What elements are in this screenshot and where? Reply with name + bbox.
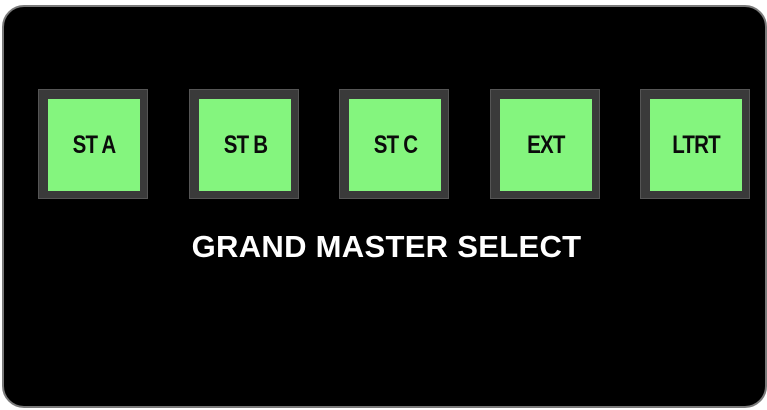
st-b-button[interactable]: ST B	[189, 89, 299, 199]
st-a-button-label: ST A	[72, 130, 116, 159]
st-b-button-face[interactable]: ST B	[199, 99, 291, 191]
st-a-button[interactable]: ST A	[38, 89, 148, 199]
ext-button-label: EXT	[527, 130, 565, 159]
st-c-button[interactable]: ST C	[339, 89, 449, 199]
grand-master-select-panel: ST A ST B ST C EXT LTRT GRAND MASTER SEL…	[2, 5, 767, 408]
st-c-button-face[interactable]: ST C	[349, 99, 441, 191]
ltrt-button-label: LTRT	[672, 130, 720, 159]
st-a-button-face[interactable]: ST A	[48, 99, 140, 191]
ext-button-face[interactable]: EXT	[500, 99, 592, 191]
ext-button[interactable]: EXT	[490, 89, 600, 199]
ltrt-button-face[interactable]: LTRT	[650, 99, 742, 191]
st-b-button-label: ST B	[223, 130, 267, 159]
ltrt-button[interactable]: LTRT	[640, 89, 750, 199]
st-c-button-label: ST C	[373, 130, 417, 159]
panel-title: GRAND MASTER SELECT	[191, 229, 582, 264]
